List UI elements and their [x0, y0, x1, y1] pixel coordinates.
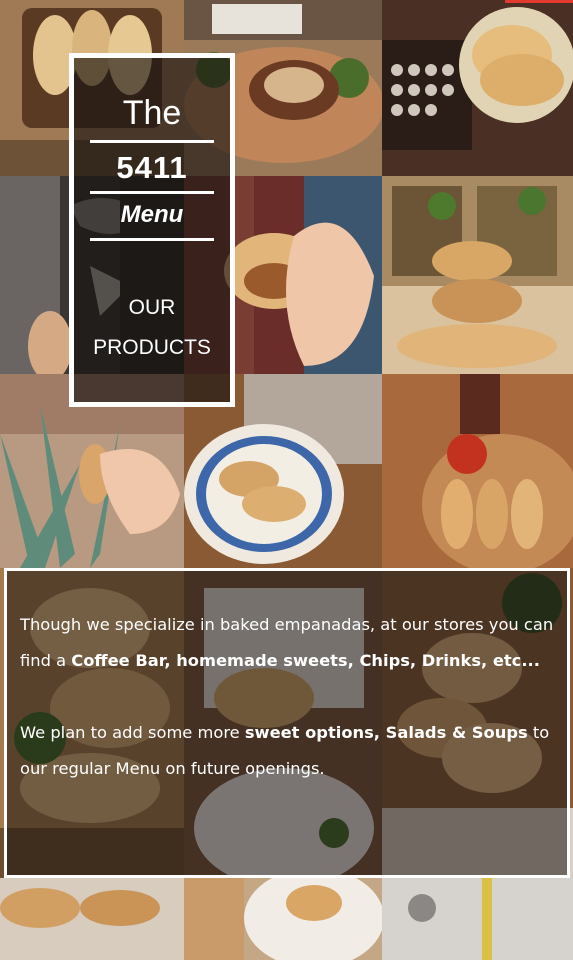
- info-paragraph-1: Though we specialize in baked empanadas,…: [20, 615, 554, 670]
- title-the: The: [122, 94, 182, 132]
- photo-empanadas-board-sauce: [382, 374, 573, 568]
- info-paragraph-2: We plan to add some more sweet options, …: [20, 723, 550, 778]
- photo-bottom-empanadas: [0, 878, 184, 960]
- title-divider: [90, 140, 214, 143]
- title-divider: [90, 191, 214, 194]
- photo-empanadas-typewriter: [382, 0, 573, 176]
- title-5411: 5411: [116, 150, 188, 185]
- photo-bottom-plate: [184, 878, 382, 960]
- our-label: OUR: [128, 296, 176, 319]
- menu-title-card[interactable]: The 5411 Menu OUR PRODUCTS: [69, 53, 235, 407]
- products-label: PRODUCTS: [93, 336, 211, 359]
- info-panel: Though we specialize in baked empanadas,…: [4, 568, 570, 878]
- title-divider: [90, 238, 214, 241]
- photo-stacked-empanadas: [382, 176, 573, 374]
- photo-bottom-street: [382, 878, 573, 960]
- our-products-label: OUR PRODUCTS: [74, 288, 230, 368]
- title-menu: Menu: [120, 201, 184, 228]
- accent-bar: [505, 0, 573, 3]
